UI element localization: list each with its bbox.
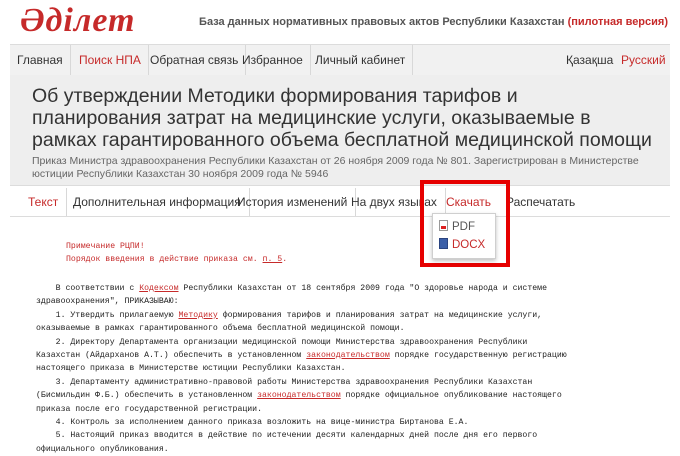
text-segment: приказа после его государственной регист… [36, 404, 263, 414]
pdf-file-icon [439, 220, 448, 231]
inline-link[interactable]: законодательством [306, 351, 390, 360]
note-text: Порядок введения в действие приказа см. [66, 255, 263, 264]
nav-item-feedback[interactable]: Обратная связь [143, 45, 247, 75]
text-line: В соответствии с Кодексом Республики Каз… [36, 282, 547, 295]
tab-history[interactable]: История изменений [229, 188, 357, 216]
download-docx[interactable]: DOCX [439, 237, 485, 253]
document-title: Об утверждении Методики формирования тар… [32, 85, 652, 151]
text-line: здравоохранения", ПРИКАЗЫВАЮ: [36, 295, 179, 308]
text-line: оказываемые в рамках гарантированного об… [36, 322, 405, 335]
site-tagline: База данных нормативных правовых актов Р… [199, 16, 668, 28]
text-line: 1. Утвердить прилагаемую Методику формир… [36, 309, 542, 322]
text-segment: порядке государственную регистрацию [389, 351, 567, 360]
text-segment: 4. Контроль за исполнением данного прика… [36, 418, 469, 427]
text-line: 2. Директору Департамента организации ме… [36, 336, 528, 349]
download-pdf[interactable]: PDF [439, 219, 475, 235]
text-segment: оказываемые в рамках гарантированного об… [36, 324, 405, 334]
text-line: Казахстан (Айдарханов А.Т.) обеспечить в… [36, 349, 567, 362]
main-nav: Главная Поиск НПА Обратная связь Избранн… [10, 44, 670, 76]
text-line: 3. Департаменту административно-правовой… [36, 376, 533, 389]
tab-additional-info[interactable]: Дополнительная информация [65, 188, 250, 216]
text-segment: 2. Директору Департамента организации ме… [36, 337, 528, 347]
order-effective-note: Порядок введения в действие приказа см. … [66, 253, 287, 266]
inline-link[interactable]: законодательством [257, 391, 341, 400]
text-segment: порядке официальное опубликование настоя… [340, 391, 562, 401]
text-line: 4. Контроль за исполнением данного прика… [36, 416, 469, 429]
text-line: официального опубликования. [36, 443, 169, 456]
note-end: . [282, 255, 288, 264]
word-file-icon [439, 238, 448, 249]
nav-item-home[interactable]: Главная [10, 45, 71, 75]
tagline-pilot: (пилотная версия) [567, 16, 668, 28]
site-logo[interactable]: Әділет [20, 2, 135, 40]
text-segment: Республики Казахстан от 18 сентября 2009… [178, 284, 547, 293]
inline-link[interactable]: Кодексом [139, 284, 178, 293]
text-line: приказа после его государственной регист… [36, 403, 262, 416]
rcpi-note: Примечание РЦПИ! [66, 242, 145, 251]
download-dropdown: PDF DOCX [432, 213, 496, 259]
text-segment: 3. Департаменту административно-правовой… [36, 377, 533, 387]
text-line: (Бисмильдин Ф.Б.) обеспечить в установле… [36, 389, 562, 402]
nav-item-search[interactable]: Поиск НПА [72, 45, 149, 75]
download-docx-label: DOCX [452, 239, 486, 251]
download-pdf-label: PDF [452, 221, 475, 233]
text-segment: здравоохранения", ПРИКАЗЫВАЮ: [36, 297, 179, 307]
text-segment: настоящего приказа в Министерстве юстици… [36, 364, 346, 374]
document-subtitle: Приказ Министра здравоохранения Республи… [32, 155, 639, 180]
text-segment: В соответствии с [36, 284, 140, 293]
inline-link[interactable]: Методику [179, 311, 218, 320]
text-segment: Казахстан (Айдарханов А.Т.) обеспечить в… [36, 351, 307, 360]
tab-print[interactable]: Распечатать [498, 188, 583, 216]
text-segment: официального опубликования. [36, 444, 169, 454]
text-line: настоящего приказа в Министерстве юстици… [36, 362, 346, 375]
document-header: Об утверждении Методики формирования тар… [10, 75, 670, 186]
tab-text[interactable]: Текст [20, 188, 68, 216]
text-line: 5. Настоящий приказ вводится в действие … [36, 429, 538, 442]
nav-item-cabinet[interactable]: Личный кабинет [308, 45, 414, 75]
lang-kazakh[interactable]: Қазақша [558, 45, 621, 75]
note-link[interactable]: п. 5 [263, 255, 283, 264]
tagline-text: База данных нормативных правовых актов Р… [199, 16, 565, 28]
document-tabs: Текст Дополнительная информация История … [10, 188, 670, 217]
text-segment: формирования тарифов и планирования затр… [217, 310, 543, 320]
site-header: Әділет База данных нормативных правовых … [0, 0, 680, 44]
text-segment: 5. Настоящий приказ вводится в действие … [36, 431, 538, 441]
lang-russian[interactable]: Русский [613, 45, 674, 75]
nav-item-favorites[interactable]: Избранное [235, 45, 311, 75]
text-segment: (Бисмильдин Ф.Б.) обеспечить в установле… [36, 391, 258, 401]
text-segment: 1. Утвердить прилагаемую [36, 310, 179, 320]
